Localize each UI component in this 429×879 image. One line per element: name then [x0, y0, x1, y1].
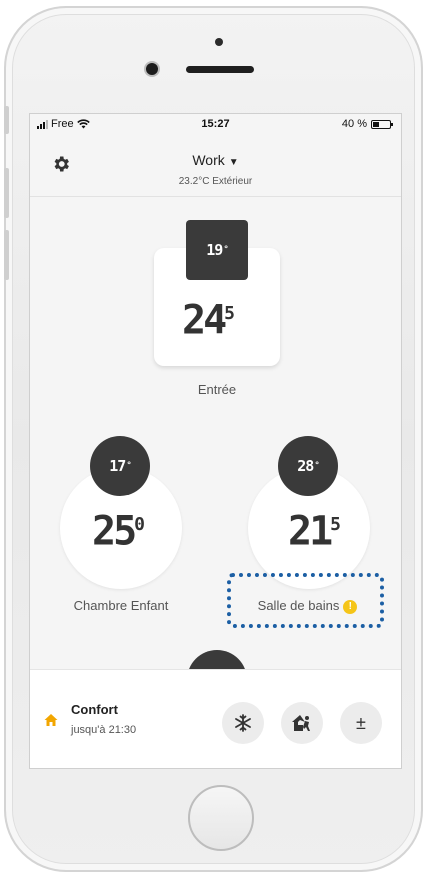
temp-integer: 25: [92, 508, 137, 555]
setpoint-unit: °: [314, 461, 320, 471]
temp-integer: 24: [182, 297, 227, 344]
status-right: 40 %: [341, 118, 393, 130]
current-temperature: 250: [92, 505, 145, 551]
setpoint-unit: °: [223, 245, 229, 255]
setpoint-value: 17: [109, 457, 126, 475]
battery-icon: [371, 119, 393, 129]
snowflake-icon: [235, 714, 251, 732]
temp-integer: 21: [288, 508, 333, 555]
exterior-temperature: 23.2°C Extérieur: [178, 176, 253, 187]
house-away-icon: [292, 715, 310, 731]
setpoint-badge-chambre: 17 °: [90, 436, 150, 496]
setpoint-value: 19: [206, 241, 223, 259]
setpoint-badge-salle: 28 °: [278, 436, 338, 496]
current-temperature: 245: [182, 294, 235, 340]
status-bar: Free 15:27 40 %: [30, 114, 401, 134]
app-screen: Free 15:27 40 % Work ▼ 23.2°C Extérieur 1…: [29, 113, 402, 769]
mode-footer: Confort jusqu'à 21:30 ±: [30, 669, 401, 768]
frost-guard-button[interactable]: [222, 702, 264, 744]
room-label-chambre: Chambre Enfant: [73, 598, 169, 613]
home-icon: [44, 714, 58, 726]
current-temperature: 215: [288, 505, 341, 551]
highlight-annotation: [227, 573, 384, 628]
home-name: Work: [192, 152, 225, 168]
temp-decimal: 5: [224, 303, 236, 324]
setpoint-unit: °: [126, 461, 132, 471]
away-mode-button[interactable]: [281, 702, 323, 744]
setpoint-badge: 19 °: [186, 220, 248, 280]
temp-decimal: 0: [134, 514, 146, 535]
front-camera: [146, 63, 158, 75]
volume-down-button: [4, 230, 9, 280]
caret-down-icon: ▼: [228, 157, 239, 168]
mode-title: Confort: [71, 702, 118, 717]
battery-percent: 40 %: [341, 118, 367, 130]
mute-switch: [4, 106, 9, 134]
earpiece-speaker: [186, 66, 254, 73]
front-sensor: [215, 38, 223, 46]
home-button[interactable]: [188, 785, 254, 851]
thermostat-entree[interactable]: 19 ° 245: [154, 220, 280, 366]
setpoint-value: 28: [297, 457, 314, 475]
volume-up-button: [4, 168, 9, 218]
home-selector[interactable]: Work ▼: [30, 152, 401, 168]
mode-until: jusqu'à 21:30: [71, 724, 137, 736]
plus-minus-icon: ±: [356, 712, 366, 733]
adjust-temperature-button[interactable]: ±: [340, 702, 382, 744]
app-header: Work ▼ 23.2°C Extérieur: [30, 134, 401, 197]
room-label-entree: Entrée: [197, 382, 237, 397]
temp-decimal: 5: [330, 514, 342, 535]
